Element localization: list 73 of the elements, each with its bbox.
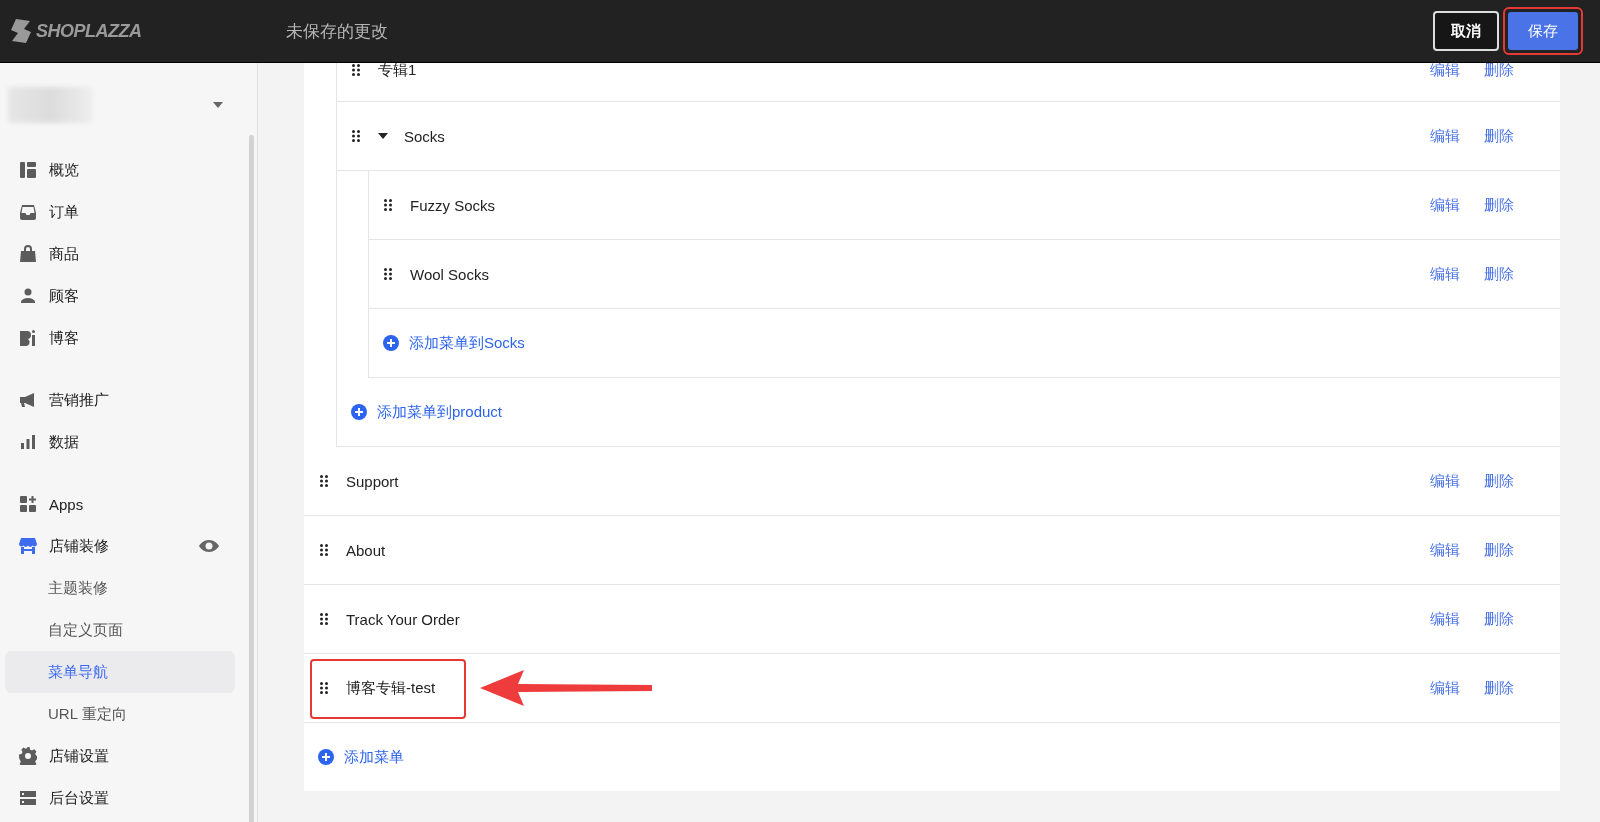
nav-label: Apps [49,495,85,513]
drag-handle-icon[interactable] [320,475,328,487]
nav-label: 订单 [49,202,80,222]
delete-link[interactable]: 删除 [1484,471,1514,491]
nav-item[interactable]: 店铺装修 [0,525,243,567]
add-menu-link[interactable]: 添加菜单到product [351,402,503,422]
nav-item[interactable]: 后台设置 [0,777,243,819]
nav-label: 后台设置 [49,788,110,808]
menu-item-label: Socks [404,127,445,145]
nav-subitem[interactable]: 主题装修 [5,567,235,609]
nav-item[interactable]: 店铺设置 [0,735,243,777]
menu-item-label: Fuzzy Socks [410,196,496,214]
drag-handle-icon[interactable] [384,268,392,280]
edit-link[interactable]: 编辑 [1430,195,1460,215]
caret-icon [213,102,223,108]
delete-link[interactable]: 删除 [1484,264,1514,284]
nav-label: 营销推广 [49,390,110,410]
add-menu-link[interactable]: 添加菜单 [318,747,404,767]
delete-link[interactable]: 删除 [1484,540,1514,560]
add-menu-link[interactable]: 添加菜单到Socks [383,333,525,353]
nav-item[interactable]: 营销推广 [0,379,243,421]
menu-item-label: Support [346,472,399,490]
drag-handle-icon[interactable] [320,544,328,556]
plus-circle-icon [318,749,334,765]
edit-link[interactable]: 编辑 [1430,678,1460,698]
menu-item-label: Track Your Order [346,610,460,628]
drag-handle-icon[interactable] [352,64,360,76]
delete-link[interactable]: 删除 [1484,195,1514,215]
plus-circle-icon [383,335,399,351]
edit-link[interactable]: 编辑 [1430,471,1460,491]
eye-icon[interactable] [199,540,219,552]
delete-link[interactable]: 删除 [1484,126,1514,146]
nav-item[interactable]: 数据 [0,421,243,463]
nav-label: 店铺设置 [49,746,110,766]
edit-link[interactable]: 编辑 [1430,264,1460,284]
nav-label: 概览 [49,160,80,180]
menu-item-label: 专辑1 [378,63,417,77]
drag-handle-icon[interactable] [320,682,328,694]
nav-subitem[interactable]: 自定义页面 [5,609,235,651]
menu-item-label: Wool Socks [410,265,489,283]
drag-handle-icon[interactable] [320,613,328,625]
edit-link[interactable]: 编辑 [1430,540,1460,560]
delete-link[interactable]: 删除 [1484,678,1514,698]
delete-link[interactable]: 删除 [1484,63,1514,77]
nav-label: 店铺装修 [49,536,110,556]
nav-subitem[interactable]: 菜单导航 [5,651,235,693]
scrollbar[interactable] [249,135,254,822]
nav-label: 顾客 [49,286,80,306]
drag-handle-icon[interactable] [352,130,360,142]
nav-item[interactable]: 订单 [0,191,243,233]
nav-item[interactable]: 商品 [0,233,243,275]
save-button[interactable]: 保存 [1508,12,1578,50]
nav-subitem[interactable]: URL 重定向 [5,693,235,735]
unsaved-changes-title: 未保存的更改 [286,20,388,43]
delete-link[interactable]: 删除 [1484,609,1514,629]
caret-icon[interactable] [378,133,388,139]
nav-label: 博客 [49,328,80,348]
menu-item-label: 博客专辑-test [346,678,436,698]
plus-circle-icon [351,404,367,420]
edit-link[interactable]: 编辑 [1430,609,1460,629]
logo-icon [10,18,32,44]
nav-label: 数据 [49,432,80,452]
nav-item[interactable]: 博客 [0,317,243,359]
menu-item-label: About [346,541,386,559]
edit-link[interactable]: 编辑 [1430,126,1460,146]
nav-item[interactable]: 顾客 [0,275,243,317]
cancel-button[interactable]: 取消 [1433,11,1499,51]
edit-link[interactable]: 编辑 [1430,63,1460,77]
nav-item[interactable]: Apps [0,483,243,525]
nav-item[interactable]: 概览 [0,149,243,191]
nav-label: 商品 [49,244,80,264]
logo-text: SHOPLAZZA [36,20,142,42]
drag-handle-icon[interactable] [384,199,392,211]
